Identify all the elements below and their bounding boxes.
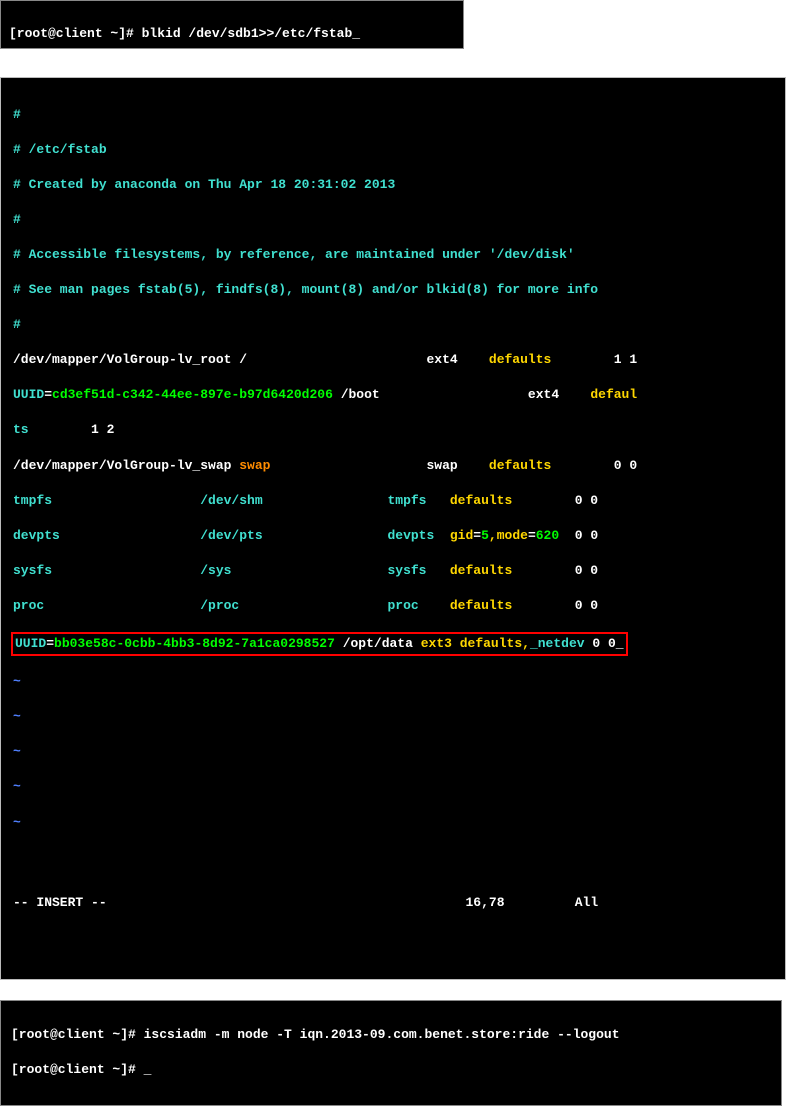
term3-prompt: [root@client ~]# _: [11, 1061, 771, 1079]
fstab-comment: #: [13, 211, 773, 229]
vim-tilde: ~: [13, 778, 773, 796]
fstab-comment: # Accessible filesystems, by reference, …: [13, 246, 773, 264]
term1-command: [root@client ~]# blkid /dev/sdb1>>/etc/f…: [9, 26, 360, 41]
terminal-1[interactable]: [root@client ~]# blkid /dev/sdb1>>/etc/f…: [0, 0, 464, 49]
fstab-entry-tmpfs: tmpfs /dev/shm tmpfs defaults 0 0: [13, 492, 773, 510]
fstab-comment: #: [13, 106, 773, 124]
fstab-entry-devpts: devpts /dev/pts devpts gid=5,mode=620 0 …: [13, 527, 773, 545]
fstab-comment: # Created by anaconda on Thu Apr 18 20:3…: [13, 176, 773, 194]
terminal-3[interactable]: [root@client ~]# iscsiadm -m node -T iqn…: [0, 1000, 782, 1106]
vim-tilde: ~: [13, 743, 773, 761]
fstab-entry-proc: proc /proc proc defaults 0 0: [13, 597, 773, 615]
fstab-entry-boot: UUID=cd3ef51d-c342-44ee-897e-b97d6420d20…: [13, 386, 773, 404]
fstab-comment: # /etc/fstab: [13, 141, 773, 159]
fstab-entry-boot-cont: ts 1 2: [13, 421, 773, 439]
terminal-2-editor[interactable]: # # /etc/fstab # Created by anaconda on …: [0, 77, 786, 980]
fstab-entry-highlighted: UUID=bb03e58c-0cbb-4bb3-8d92-7a1ca029852…: [13, 632, 773, 656]
vim-status-line: -- INSERT -- 16,78 All: [13, 894, 773, 912]
vim-tilde: ~: [13, 673, 773, 691]
fstab-comment: #: [13, 316, 773, 334]
vim-tilde: ~: [13, 708, 773, 726]
fstab-comment: # See man pages fstab(5), findfs(8), mou…: [13, 281, 773, 299]
fstab-entry-sysfs: sysfs /sys sysfs defaults 0 0: [13, 562, 773, 580]
fstab-entry-root: /dev/mapper/VolGroup-lv_root / ext4 defa…: [13, 351, 773, 369]
fstab-entry-swap: /dev/mapper/VolGroup-lv_swap swap swap d…: [13, 457, 773, 475]
vim-tilde: ~: [13, 814, 773, 832]
term3-command-logout: [root@client ~]# iscsiadm -m node -T iqn…: [11, 1026, 771, 1044]
